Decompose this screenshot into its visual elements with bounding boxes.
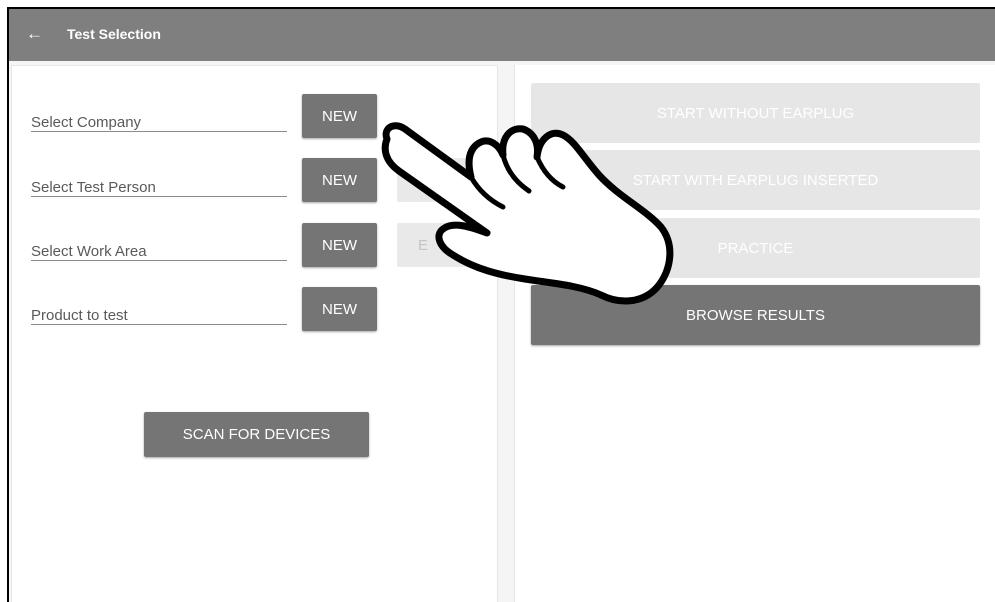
new-company-button[interactable]: NEW: [302, 94, 377, 138]
start-without-earplug-button[interactable]: START WITHOUT EARPLUG: [531, 83, 980, 143]
scan-for-devices-button[interactable]: SCAN FOR DEVICES: [144, 412, 369, 457]
new-work-area-button[interactable]: NEW: [302, 223, 377, 267]
new-test-person-button[interactable]: NEW: [302, 158, 377, 202]
select-work-area-label: Select Work Area: [31, 243, 147, 260]
select-company-field[interactable]: Select Company: [31, 102, 287, 132]
app-window: ← Test Selection Select Company NEW Sele…: [7, 7, 995, 602]
start-with-earplug-button[interactable]: START WITH EARPLUG INSERTED: [531, 150, 980, 210]
new-product-button[interactable]: NEW: [302, 287, 377, 331]
select-work-area-field[interactable]: Select Work Area: [31, 231, 287, 261]
product-to-test-label: Product to test: [31, 307, 128, 324]
select-company-label: Select Company: [31, 114, 142, 131]
select-test-person-label: Select Test Person: [31, 179, 156, 196]
page-title: Test Selection: [67, 26, 161, 42]
selection-panel: [11, 65, 498, 602]
edit-test-person-button[interactable]: [397, 158, 517, 202]
select-test-person-field[interactable]: Select Test Person: [31, 167, 287, 197]
edit-work-area-button[interactable]: E: [397, 223, 517, 267]
app-bar: ← Test Selection: [9, 9, 995, 61]
practice-button[interactable]: PRACTICE: [531, 218, 980, 278]
arrow-left-icon[interactable]: ←: [26, 23, 43, 45]
browse-results-button[interactable]: BROWSE RESULTS: [531, 285, 980, 345]
product-to-test-field[interactable]: Product to test: [31, 295, 287, 325]
